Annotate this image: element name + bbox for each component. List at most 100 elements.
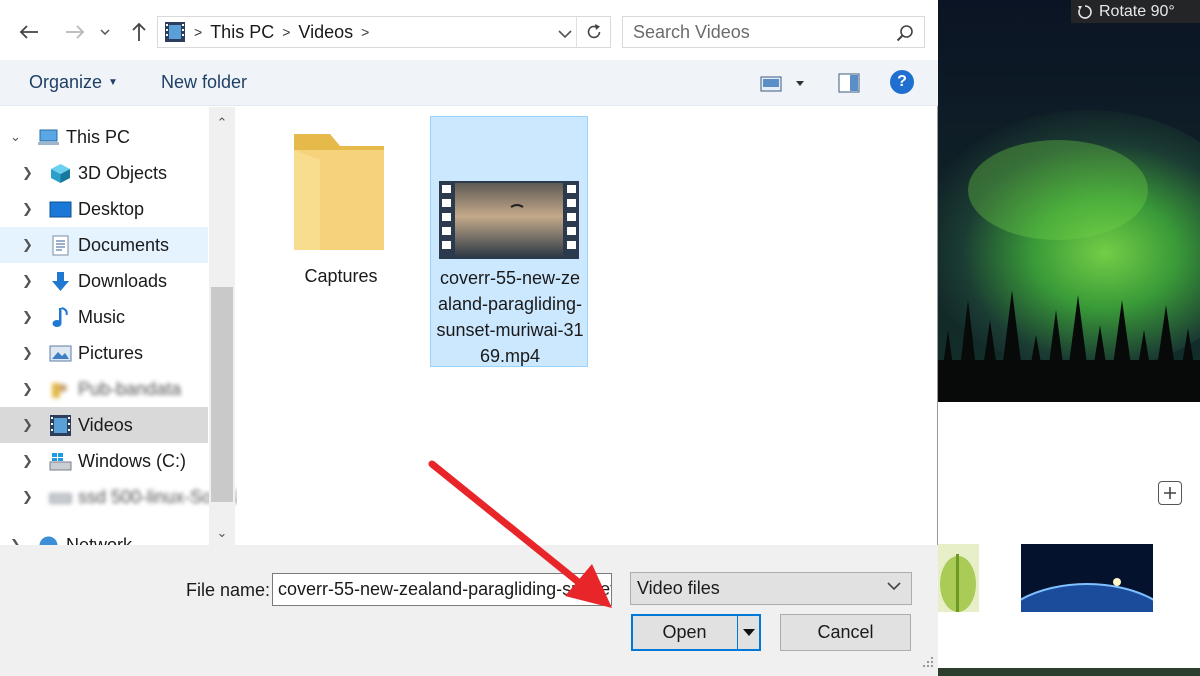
dialog-footer <box>0 545 938 676</box>
navigation-bar: > This PC > Videos > <box>0 0 938 60</box>
chevron-down-icon <box>887 582 901 591</box>
tree-item-music[interactable]: ❯ Music <box>0 299 208 335</box>
chevron-right-icon[interactable]: ❯ <box>22 165 33 181</box>
arrow-up-icon <box>132 22 146 41</box>
refresh-button[interactable] <box>576 17 610 47</box>
organize-label: Organize <box>29 72 103 92</box>
tree-item-pictures[interactable]: ❯ Pictures <box>0 335 208 371</box>
file-name-input[interactable] <box>272 573 612 606</box>
breadcrumb-this-pc[interactable]: This PC <box>210 22 274 43</box>
chevron-right-icon[interactable]: ❯ <box>22 345 33 361</box>
rotate-label: Rotate 90° <box>1099 2 1175 20</box>
chevron-right-icon[interactable]: ❯ <box>22 309 33 325</box>
refresh-icon <box>587 24 600 39</box>
chevron-right-icon[interactable]: ❯ <box>10 537 21 545</box>
caret-down-icon: ▼ <box>108 77 118 88</box>
film-icon <box>165 22 185 42</box>
breadcrumb-videos[interactable]: Videos <box>298 22 353 43</box>
documents-icon <box>52 235 69 255</box>
new-folder-button[interactable]: New folder <box>161 72 247 93</box>
drive-icon <box>49 493 72 503</box>
tree-item-downloads[interactable]: ❯ Downloads <box>0 263 208 299</box>
chevron-right-icon[interactable]: ❯ <box>22 273 33 289</box>
file-type-select[interactable]: Video files <box>630 572 912 605</box>
chevron-right-icon[interactable]: ❯ <box>22 237 33 253</box>
chevron-right-icon[interactable]: ❯ <box>22 417 33 433</box>
thumbnail-plant[interactable] <box>938 544 979 612</box>
download-arrow-icon <box>52 271 69 291</box>
tree-label: Network <box>66 534 133 546</box>
tree-item-videos[interactable]: ❯ Videos <box>0 407 208 443</box>
tree-label: Documents <box>78 234 170 255</box>
change-view-button[interactable] <box>760 73 810 95</box>
address-history-dropdown[interactable] <box>558 23 572 44</box>
recent-locations-button[interactable] <box>96 18 114 46</box>
up-button[interactable] <box>126 18 152 46</box>
tree-item-documents[interactable]: ❯ Documents <box>0 227 208 263</box>
tree-label: Videos <box>78 414 133 435</box>
desktop-icon <box>49 201 72 217</box>
forward-button[interactable] <box>62 18 88 46</box>
file-type-value: Video files <box>637 578 720 598</box>
address-bar[interactable]: > This PC > Videos > <box>157 16 611 48</box>
organize-button[interactable]: Organize ▼ <box>29 72 118 93</box>
tree-item-ssd[interactable]: ❯ ssd 500-linux-Solari2 <box>0 479 237 515</box>
breadcrumb-separator[interactable]: > <box>282 24 290 40</box>
file-name-label: coverr-55-new-zealand-paragliding-sunset… <box>436 268 584 366</box>
chevron-up-icon[interactable]: ⌃ <box>209 115 235 133</box>
folder-icon <box>294 134 384 256</box>
breadcrumb-separator[interactable]: > <box>361 24 369 40</box>
search-box[interactable] <box>622 16 925 48</box>
film-icon <box>50 414 71 436</box>
preview-pane-icon <box>838 73 860 93</box>
tree-label: 3D Objects <box>78 162 168 183</box>
pictures-icon <box>49 345 72 361</box>
navigation-pane: ⌄ This PC ❯ 3D Objects ❯ Desktop ❯ Docum… <box>0 107 237 545</box>
rotate-button[interactable]: Rotate 90° <box>1071 0 1200 23</box>
tree-item-windows-c[interactable]: ❯ Windows (C:) <box>0 443 208 479</box>
tree-label: Windows (C:) <box>78 450 187 471</box>
add-icon[interactable] <box>1158 481 1182 505</box>
chevron-down-icon <box>100 29 110 35</box>
open-button[interactable]: Open <box>631 614 761 651</box>
tree-item-this-pc[interactable]: ⌄ This PC <box>0 119 208 155</box>
tree-item-user-folder[interactable]: ❯ Pub-bandata <box>0 371 208 407</box>
tree-item-3d-objects[interactable]: ❯ 3D Objects <box>0 155 208 191</box>
network-icon <box>39 536 58 545</box>
folder-item-captures[interactable]: Captures <box>286 120 396 300</box>
back-button[interactable] <box>16 18 42 46</box>
cube-icon <box>51 163 70 183</box>
chevron-down-icon[interactable]: ⌄ <box>209 525 235 543</box>
nav-pane-scrollbar[interactable]: ⌃ ⌄ <box>209 107 235 545</box>
open-options-dropdown[interactable] <box>737 616 759 649</box>
resize-grip-icon[interactable] <box>921 655 935 669</box>
drive-icon <box>49 452 72 470</box>
caret-down-icon <box>742 628 755 636</box>
tree-label: This PC <box>66 126 131 147</box>
open-label: Open <box>662 622 707 642</box>
scrollbar-thumb[interactable] <box>211 287 233 502</box>
tree-item-network[interactable]: ❯ Network <box>0 527 208 545</box>
help-icon[interactable]: ? <box>890 70 914 94</box>
tree-item-desktop[interactable]: ❯ Desktop <box>0 191 208 227</box>
chevron-right-icon[interactable]: ❯ <box>22 201 33 217</box>
thumbnail-earth[interactable] <box>1021 544 1153 612</box>
tree-label: Desktop <box>78 198 145 219</box>
chevron-right-icon[interactable]: ❯ <box>22 453 33 469</box>
chevron-right-icon[interactable]: ❯ <box>22 381 33 397</box>
tree-label: Pub-bandata <box>78 378 182 399</box>
cancel-button[interactable]: Cancel <box>780 614 911 651</box>
search-icon[interactable] <box>896 24 914 42</box>
preview-pane-button[interactable] <box>838 73 860 93</box>
chevron-right-icon[interactable]: ❯ <box>22 489 33 505</box>
video-item-selected[interactable]: coverr-55-new-zealand-paragliding-sunset… <box>430 116 588 367</box>
breadcrumb-separator[interactable]: > <box>194 24 202 40</box>
tree-label: Music <box>78 306 126 327</box>
chevron-down-icon[interactable]: ⌄ <box>10 129 21 145</box>
search-input[interactable] <box>623 17 893 47</box>
arrow-right-icon <box>66 25 85 39</box>
command-bar: Organize ▼ New folder ? <box>0 60 938 106</box>
arrow-left-icon <box>19 25 38 39</box>
view-thumbnail-icon <box>760 76 782 92</box>
aurora-photo <box>938 0 1200 402</box>
